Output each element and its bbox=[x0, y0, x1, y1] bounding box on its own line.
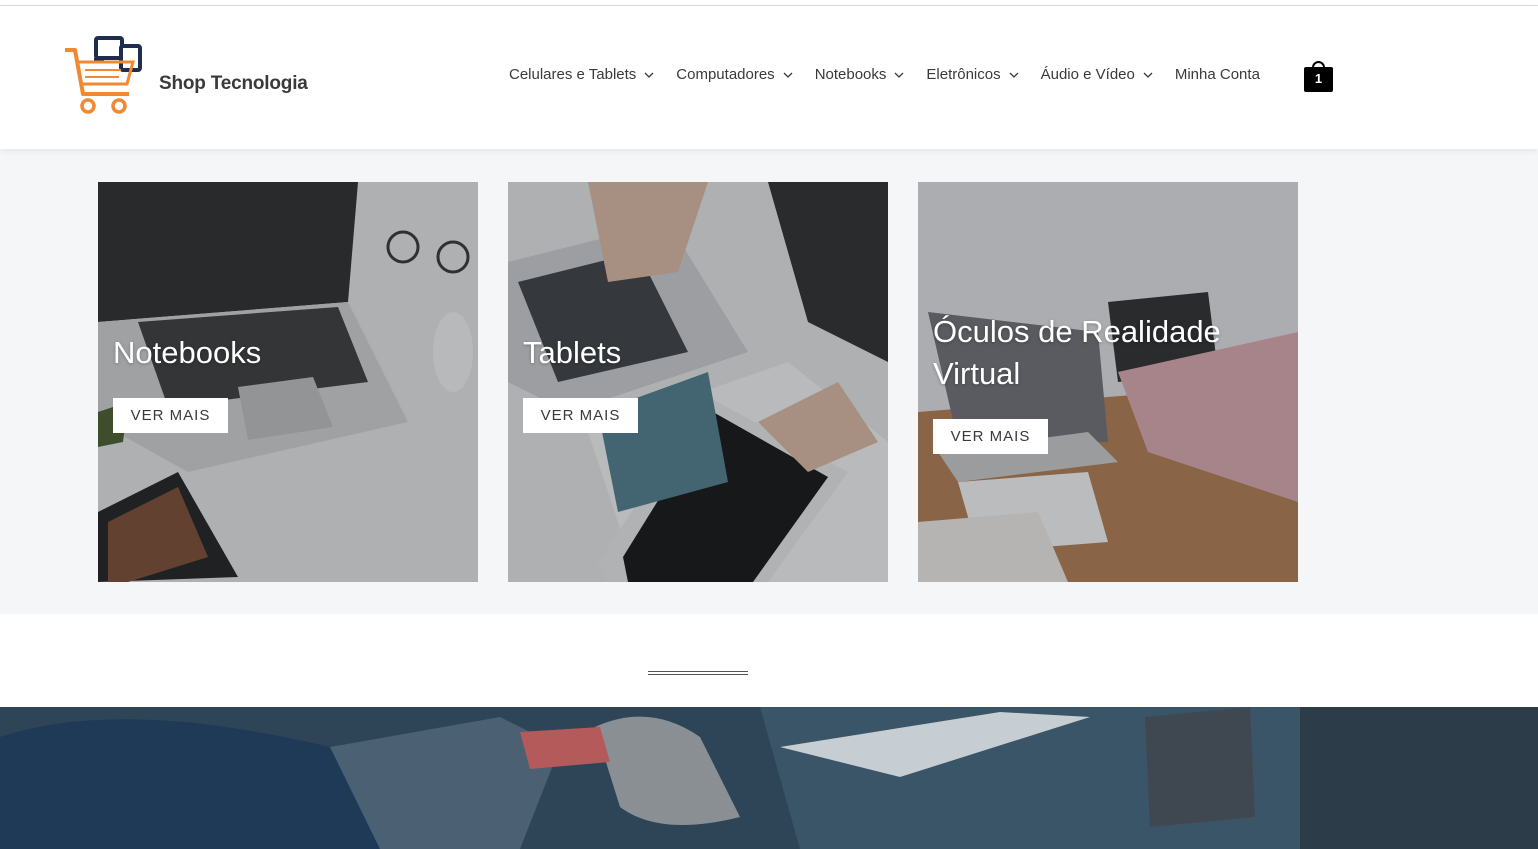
ver-mais-button[interactable]: VER MAIS bbox=[113, 398, 228, 433]
category-title-line-1: Óculos de Realidade bbox=[933, 314, 1221, 349]
nav-item-label: Eletrônicos bbox=[926, 66, 1001, 83]
nav-item-label: Celulares e Tablets bbox=[509, 66, 637, 83]
nav-item-label: Minha Conta bbox=[1174, 66, 1260, 83]
category-title: Tablets bbox=[523, 335, 622, 370]
category-card-oculos-vr[interactable]: Óculos de Realidade Virtual VER MAIS bbox=[918, 182, 1298, 582]
chevron-down-icon bbox=[644, 72, 654, 78]
nav-item-celulares-tablets[interactable]: Celulares e Tablets bbox=[509, 66, 654, 83]
category-card-notebooks[interactable]: Notebooks VER MAIS bbox=[98, 182, 478, 582]
site-header: Shop Tecnologia Celulares e Tablets Comp… bbox=[0, 6, 1538, 149]
chevron-down-icon bbox=[894, 72, 904, 78]
nav-item-label: Computadores bbox=[676, 66, 775, 83]
category-title-line-2: Virtual bbox=[933, 356, 1021, 391]
nav-item-computadores[interactable]: Computadores bbox=[676, 66, 793, 83]
cart-button[interactable]: 1 bbox=[1304, 61, 1333, 93]
hero-banner bbox=[0, 707, 1538, 849]
main-navigation: Celulares e Tablets Computadores Noteboo… bbox=[509, 66, 1260, 83]
nav-item-minha-conta[interactable]: Minha Conta bbox=[1175, 66, 1260, 83]
office-desk-image bbox=[0, 707, 1538, 849]
nav-item-audio-video[interactable]: Áudio e Vídeo bbox=[1041, 66, 1153, 83]
site-title[interactable]: Shop Tecnologia bbox=[159, 73, 308, 95]
nav-item-label: Áudio e Vídeo bbox=[1040, 66, 1135, 83]
image-overlay bbox=[98, 182, 478, 582]
ver-mais-button[interactable]: VER MAIS bbox=[523, 398, 638, 433]
cart-count: 1 bbox=[1314, 71, 1323, 86]
ver-mais-button[interactable]: VER MAIS bbox=[933, 419, 1048, 454]
category-title: Óculos de Realidade Virtual bbox=[933, 311, 1221, 395]
chevron-down-icon bbox=[783, 72, 793, 78]
chevron-down-icon bbox=[1009, 72, 1019, 78]
image-overlay bbox=[508, 182, 888, 582]
nav-item-label: Notebooks bbox=[814, 66, 887, 83]
nav-item-eletronicos[interactable]: Eletrônicos bbox=[926, 66, 1019, 83]
shop-cart-logo-icon[interactable] bbox=[63, 36, 147, 116]
chevron-down-icon bbox=[1143, 72, 1153, 78]
section-divider bbox=[648, 671, 748, 675]
category-title: Notebooks bbox=[113, 335, 262, 370]
nav-item-notebooks[interactable]: Notebooks bbox=[815, 66, 905, 83]
category-card-tablets[interactable]: Tablets VER MAIS bbox=[508, 182, 888, 582]
